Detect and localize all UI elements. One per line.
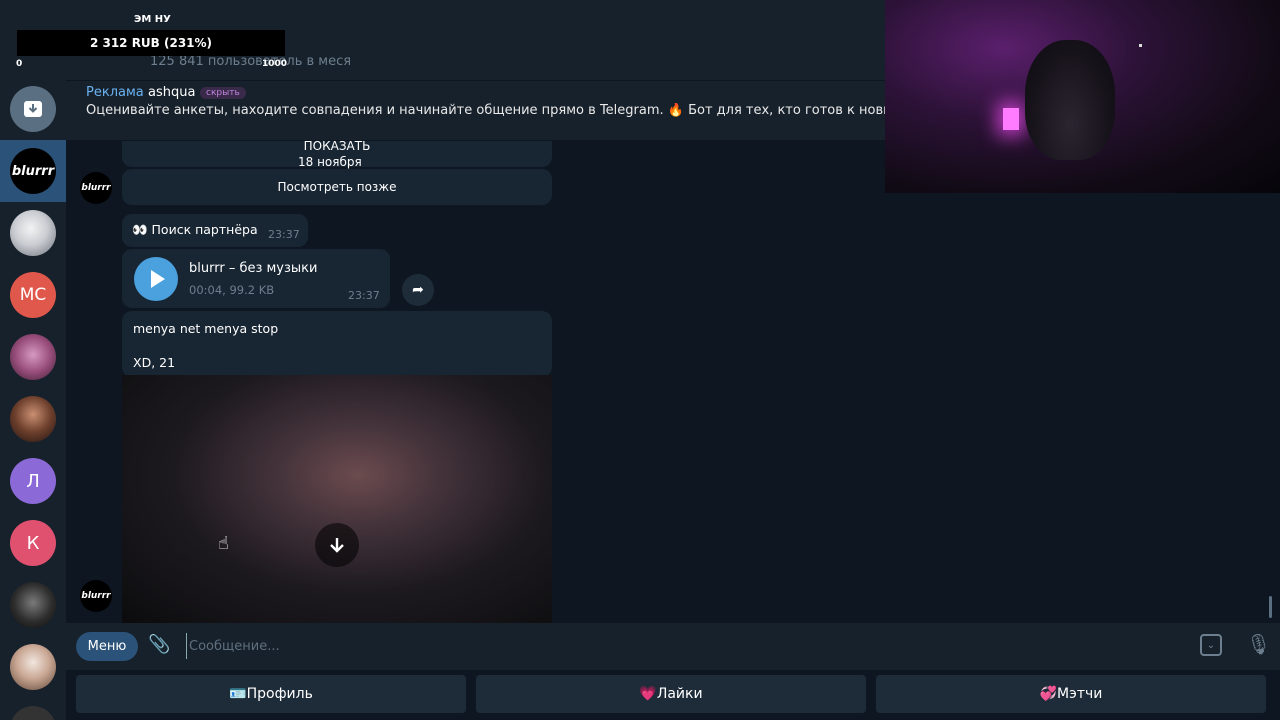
chat-avatar-label: Л <box>26 470 40 492</box>
microphone-icon[interactable]: 🎙 <box>1246 632 1271 656</box>
archive-icon[interactable] <box>10 86 56 132</box>
audio-meta: 00:04, 99.2 KB <box>189 283 275 297</box>
likes-button[interactable]: 💗Лайки <box>476 675 866 713</box>
watch-later-label: Посмотреть позже <box>277 180 397 194</box>
message-text: 👀 Поиск партнёра <box>132 222 258 237</box>
download-icon[interactable] <box>315 523 359 567</box>
bot-avatar[interactable]: blurrr <box>80 172 112 204</box>
ad-text: Оценивайте анкеты, находите совпадения и… <box>86 103 886 118</box>
webcam-overlay <box>885 0 1280 193</box>
profile-text-message: menya net menya stop XD, 21 <box>122 311 552 377</box>
chat-subscriber-count: 125 841 пользователь в меся <box>150 54 352 69</box>
likes-button-label: 💗Лайки <box>639 686 703 702</box>
webcam-light <box>1139 44 1142 47</box>
menu-button-label: Меню <box>87 639 127 654</box>
bot-avatar-label: blurrr <box>81 591 111 601</box>
donation-progress-bar: 2 312 RUB (231%) <box>17 30 285 56</box>
chat-avatar-blurrr[interactable]: blurrr <box>10 148 56 194</box>
chat-avatar-label: К <box>26 532 40 554</box>
search-partner-message: 👀 Поиск партнёра 23:37 <box>122 214 308 247</box>
play-icon[interactable] <box>134 257 178 301</box>
attach-icon[interactable]: 📎 <box>148 634 170 655</box>
chat-avatar[interactable] <box>10 706 56 720</box>
watch-later-button[interactable]: Посмотреть позже <box>122 169 552 205</box>
donation-amount: 2 312 RUB (231%) <box>89 36 213 50</box>
bot-keyboard-icon[interactable]: ⌄ <box>1200 634 1222 656</box>
message-line: menya net menya stop <box>133 321 279 336</box>
composer: Меню 📎 ⌄ 🎙 <box>66 623 1280 670</box>
blurred-photo[interactable] <box>122 375 552 623</box>
audio-message: blurrr – без музыки 00:04, 99.2 KB 23:37 <box>122 249 390 308</box>
chat-avatar[interactable] <box>10 334 56 380</box>
matches-button-label: 💞Мэтчи <box>1039 686 1103 702</box>
ad-label: Реклама <box>86 85 144 100</box>
chat-avatar-label: blurrr <box>11 163 55 179</box>
reply-keyboard: 🪪Профиль 💗Лайки 💞Мэтчи <box>66 670 1280 720</box>
message-list[interactable]: ПОКАЗАТЬ 18 ноября Посмотреть позже blur… <box>66 141 1272 623</box>
webcam-lamp <box>1003 108 1019 130</box>
audio-title: blurrr – без музыки <box>189 261 318 276</box>
webcam-person <box>1025 40 1115 160</box>
message-time: 23:37 <box>348 289 380 302</box>
chat-avatar-l[interactable]: Л <box>10 458 56 504</box>
bot-avatar-label: blurrr <box>81 183 111 193</box>
profile-button[interactable]: 🪪Профиль <box>76 675 466 713</box>
ad-hide-button[interactable]: скрыть <box>200 87 246 99</box>
ad-name[interactable]: ashqua <box>148 85 195 100</box>
telegram-window: blurrr МС Л К 125 841 пользователь в мес… <box>0 0 1280 720</box>
chat-avatar[interactable] <box>10 582 56 628</box>
message-time: 23:37 <box>268 228 300 241</box>
chat-avatar[interactable] <box>10 210 56 256</box>
hand-cursor-icon: ☝ <box>218 533 229 554</box>
show-button-label: ПОКАЗАТЬ <box>303 141 371 153</box>
matches-button[interactable]: 💞Мэтчи <box>876 675 1266 713</box>
profile-button-label: 🪪Профиль <box>229 686 313 702</box>
chat-avatar-label: МС <box>19 285 47 305</box>
donation-min: 0 <box>16 59 23 69</box>
chat-avatar[interactable] <box>10 644 56 690</box>
scrollbar[interactable] <box>1269 596 1272 618</box>
message-input[interactable] <box>186 633 1186 659</box>
message-line: XD, 21 <box>133 355 176 370</box>
bot-avatar[interactable]: blurrr <box>80 580 112 612</box>
chat-avatar[interactable] <box>10 396 56 442</box>
sponsored-banner[interactable]: Реклама ashqua скрыть Оценивайте анкеты,… <box>66 80 886 140</box>
donation-max: 1000 <box>262 59 288 69</box>
date-separator: 18 ноября <box>298 155 362 169</box>
donation-goal-title: ЭМ НУ <box>134 14 171 25</box>
menu-button[interactable]: Меню <box>76 632 138 661</box>
chat-avatar-ms[interactable]: МС <box>10 272 56 318</box>
chat-list-sidebar: blurrr МС Л К <box>0 0 66 720</box>
chat-avatar-k[interactable]: К <box>10 520 56 566</box>
forward-icon[interactable]: ➦ <box>402 274 434 306</box>
